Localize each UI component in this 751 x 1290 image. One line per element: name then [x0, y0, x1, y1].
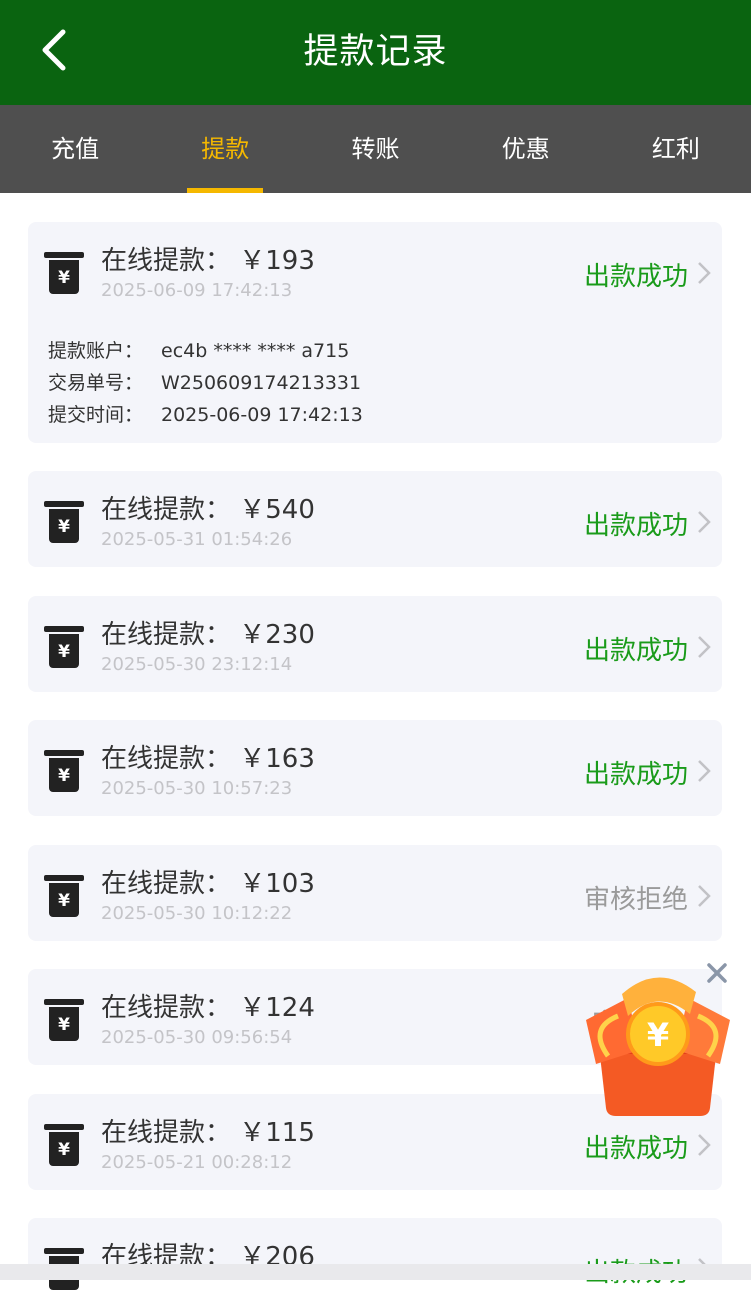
withdrawal-record-card[interactable]: ¥ 在线提款： ￥163 2025-05-30 10:57:23 出款成功: [28, 720, 722, 816]
chevron-right-icon: [698, 885, 711, 907]
chevron-right-icon: [698, 760, 711, 782]
svg-text:¥: ¥: [58, 517, 70, 537]
status-label: 出款成功: [583, 262, 688, 292]
detail-value: W250609174213331: [161, 372, 362, 394]
status-label: 审核拒绝: [583, 885, 688, 915]
withdrawal-amount: 在线提款： ￥540: [101, 495, 315, 525]
withdrawal-amount: 在线提款： ￥193: [101, 246, 315, 276]
detail-value: 2025-06-09 17:42:13: [161, 404, 363, 426]
detail-value: ec4b **** **** a715: [161, 340, 350, 362]
atm-yen-icon: ¥: [44, 999, 84, 1041]
tab-transfer[interactable]: 转账: [300, 105, 450, 193]
active-tab-indicator: [187, 188, 264, 193]
back-button[interactable]: [30, 22, 86, 78]
tab-recharge[interactable]: 充值: [0, 105, 150, 193]
chevron-left-icon: [42, 29, 66, 71]
chevron-right-icon: [698, 636, 711, 658]
detail-row-order-no: 交易单号： W250609174213331: [48, 367, 363, 399]
tab-bar: 充值 提款 转账 优惠 红利: [0, 105, 751, 193]
chevron-right-icon: [698, 262, 711, 284]
atm-yen-icon: ¥: [44, 750, 84, 792]
withdrawal-time: 2025-06-09 17:42:13: [101, 280, 293, 301]
tab-label: 优惠: [501, 135, 550, 163]
withdrawal-amount: 在线提款： ￥115: [101, 1118, 315, 1148]
withdrawal-record-card[interactable]: ¥ 在线提款： ￥230 2025-05-30 23:12:14 出款成功: [28, 596, 722, 692]
detail-row-account: 提款账户： ec4b **** **** a715: [48, 335, 363, 367]
detail-label: 提款账户：: [48, 340, 144, 362]
detail-label: 交易单号：: [48, 372, 144, 394]
tab-withdraw[interactable]: 提款: [150, 105, 300, 193]
svg-text:¥: ¥: [58, 268, 70, 288]
withdrawal-time: 2025-05-31 01:54:26: [101, 529, 293, 550]
atm-yen-icon: ¥: [44, 1124, 84, 1166]
tab-promotion[interactable]: 优惠: [451, 105, 601, 193]
atm-yen-icon: ¥: [44, 875, 84, 917]
tab-label: 红利: [651, 135, 700, 163]
svg-text:¥: ¥: [58, 1140, 70, 1160]
withdrawal-time: 2025-05-21 00:28:12: [101, 1152, 293, 1173]
atm-yen-icon: ¥: [44, 252, 84, 294]
tab-label: 转账: [351, 135, 400, 163]
svg-text:¥: ¥: [58, 642, 70, 662]
page-title: 提款记录: [303, 32, 448, 72]
atm-yen-icon: ¥: [44, 626, 84, 668]
close-icon[interactable]: [702, 958, 732, 988]
withdrawal-record-card[interactable]: ¥ 在线提款： ￥540 2025-05-31 01:54:26 出款成功: [28, 471, 722, 567]
withdrawal-details: 提款账户： ec4b **** **** a715 交易单号： W250609174…: [48, 335, 363, 431]
tab-label: 充值: [51, 135, 100, 163]
status-label: 出款成功: [583, 1134, 688, 1164]
tab-bonus[interactable]: 红利: [601, 105, 751, 193]
status-label: 出款成功: [583, 636, 688, 666]
withdrawal-record-card[interactable]: ¥ 在线提款： ￥103 2025-05-30 10:12:22 审核拒绝: [28, 845, 722, 941]
chevron-right-icon: [698, 511, 711, 533]
withdrawal-amount: 在线提款： ￥124: [101, 993, 315, 1023]
svg-text:¥: ¥: [58, 766, 70, 786]
withdrawal-amount: 在线提款： ￥103: [101, 869, 315, 899]
status-label: 出款成功: [583, 511, 688, 541]
app-header: 提款记录: [0, 0, 751, 105]
status-label: 出款成功: [583, 760, 688, 790]
svg-text:¥: ¥: [58, 891, 70, 911]
withdrawal-record-card[interactable]: ¥ 在线提款： ￥193 2025-06-09 17:42:13 出款成功 提款…: [28, 222, 722, 443]
svg-text:¥: ¥: [647, 1016, 669, 1054]
withdrawal-time: 2025-05-30 10:12:22: [101, 903, 293, 924]
withdrawal-amount: 在线提款： ￥163: [101, 744, 315, 774]
withdrawal-time: 2025-05-30 23:12:14: [101, 654, 293, 675]
bottom-edge: [0, 1264, 751, 1280]
tab-label: 提款: [201, 135, 250, 163]
chevron-right-icon: [698, 1134, 711, 1156]
detail-label: 提交时间：: [48, 404, 144, 426]
atm-yen-icon: ¥: [44, 501, 84, 543]
withdrawal-time: 2025-05-30 09:56:54: [101, 1027, 293, 1048]
withdrawal-amount: 在线提款： ￥230: [101, 620, 315, 650]
svg-text:¥: ¥: [58, 1015, 70, 1035]
withdrawal-time: 2025-05-30 10:57:23: [101, 778, 293, 799]
detail-row-submit-time: 提交时间： 2025-06-09 17:42:13: [48, 399, 363, 431]
